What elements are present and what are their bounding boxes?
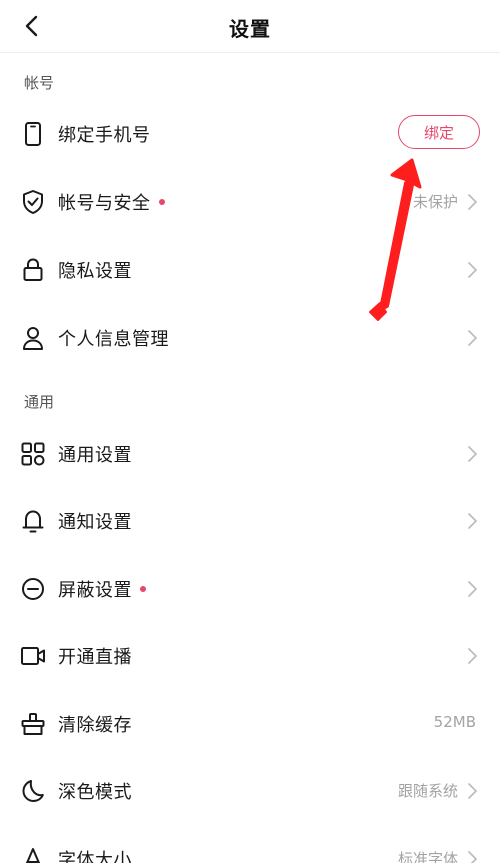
settings-page: 设置 帐号 绑定手机号 绑定 帐号与安全 未保护 隐私设置 个人信息管理 通用 …: [0, 0, 500, 863]
person-icon: [20, 325, 46, 351]
font-icon: [20, 846, 46, 863]
row-value: 未保护: [412, 193, 458, 211]
row-personal-info[interactable]: 个人信息管理: [0, 308, 500, 368]
bind-button[interactable]: 绑定: [398, 115, 480, 149]
row-dark-mode[interactable]: 深色模式 跟随系统: [0, 761, 500, 821]
row-general-settings[interactable]: 通用设置: [0, 424, 500, 484]
row-notification[interactable]: 通知设置: [0, 491, 500, 551]
row-label: 绑定手机号: [58, 125, 151, 146]
bell-icon: [20, 508, 46, 534]
row-label: 隐私设置: [58, 261, 132, 282]
grid-icon: [20, 441, 46, 467]
row-value: 标准字体: [397, 850, 458, 863]
chevron-right-icon: [468, 446, 477, 462]
row-live[interactable]: 开通直播: [0, 626, 500, 686]
block-icon: [20, 576, 46, 602]
row-value: 跟随系统: [397, 782, 458, 800]
row-label: 字体大小: [58, 850, 132, 863]
row-privacy[interactable]: 隐私设置: [0, 240, 500, 300]
chevron-right-icon: [468, 513, 477, 529]
lock-icon: [20, 257, 46, 283]
moon-icon: [20, 778, 46, 804]
chevron-right-icon: [468, 581, 477, 597]
row-clear-cache[interactable]: 清除缓存 52MB: [0, 694, 500, 754]
top-bar: 设置: [0, 0, 500, 53]
row-label: 通知设置: [58, 512, 132, 533]
section-title-account: 帐号: [24, 74, 55, 92]
row-block[interactable]: 屏蔽设置: [0, 559, 500, 619]
shield-check-icon: [20, 189, 46, 215]
chevron-right-icon: [468, 851, 477, 863]
chevron-right-icon: [468, 783, 477, 799]
chevron-right-icon: [468, 330, 477, 346]
row-label: 开通直播: [58, 647, 132, 668]
phone-icon: [20, 121, 46, 147]
chevron-right-icon: [468, 648, 477, 664]
row-font-size[interactable]: 字体大小 标准字体: [0, 829, 500, 863]
page-title: 设置: [229, 17, 271, 41]
row-value: 52MB: [433, 713, 476, 731]
chevron-right-icon: [468, 194, 477, 210]
row-label: 个人信息管理: [58, 329, 169, 350]
section-title-general: 通用: [24, 393, 55, 411]
row-label: 屏蔽设置: [58, 576, 146, 602]
row-label: 深色模式: [58, 782, 132, 803]
notification-dot: [140, 586, 146, 592]
notification-dot: [158, 199, 165, 205]
row-label: 清除缓存: [58, 715, 132, 736]
row-label-text: 屏蔽设置: [58, 580, 132, 601]
row-label-text: 帐号与安全: [58, 193, 151, 214]
row-bind-phone[interactable]: 绑定手机号 绑定: [0, 104, 500, 164]
video-camera-icon: [20, 643, 46, 669]
chevron-right-icon: [468, 262, 477, 278]
row-label: 通用设置: [58, 445, 132, 466]
row-account-security[interactable]: 帐号与安全 未保护: [0, 172, 500, 232]
clean-icon: [20, 711, 46, 737]
row-label: 帐号与安全: [58, 189, 165, 215]
